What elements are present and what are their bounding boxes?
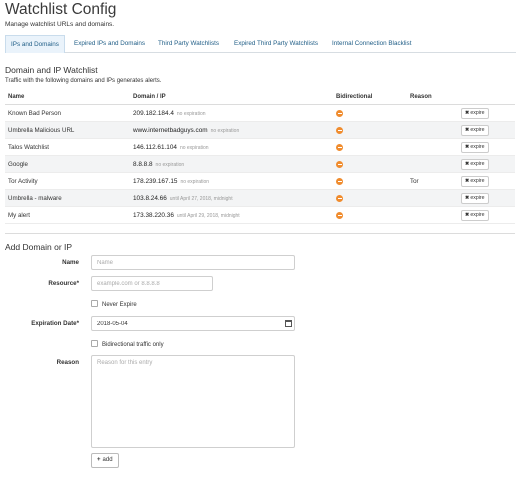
tab-third-party-watchlists[interactable]: Third Party Watchlists	[153, 35, 224, 53]
row-name: Google	[8, 161, 28, 168]
tab-expired-third-party-watchlists[interactable]: Expired Third Party Watchlists	[229, 35, 323, 53]
bidirectional-icon	[336, 127, 343, 134]
bidirectional-label: Bidirectional traffic only	[102, 342, 164, 348]
expire-button[interactable]: ✖expire	[461, 108, 489, 119]
close-icon: ✖	[465, 212, 470, 218]
table-row: My alert 173.38.220.36 until April 29, 20…	[5, 207, 515, 224]
expiration-date-input[interactable]	[91, 316, 295, 331]
table-row: Umbrella - malware 103.8.24.66 until Apri…	[5, 190, 515, 207]
watchlist-table: Name Domain / IP Bidirectional Reason Kn…	[5, 91, 515, 224]
row-name: My alert	[8, 212, 31, 219]
table-row: Google 8.8.8.8 no expiration ✖expire	[5, 156, 515, 173]
expire-button[interactable]: ✖expire	[461, 142, 489, 153]
never-expire-label: Never Expire	[102, 302, 137, 308]
bidirectional-icon	[336, 110, 343, 117]
tab-ips-and-domains[interactable]: IPs and Domains	[5, 35, 65, 53]
row-reason: Tor	[410, 178, 419, 185]
row-domain: 209.182.184.4 no expiration	[133, 110, 206, 117]
plus-icon: +	[97, 457, 101, 463]
table-row: Known Bad Person 209.182.184.4 no expirat…	[5, 105, 515, 122]
bidirectional-icon	[336, 178, 343, 185]
column-header-bidirectional: Bidirectional	[336, 94, 373, 100]
close-icon: ✖	[465, 110, 470, 116]
calendar-icon[interactable]	[285, 320, 292, 327]
bidirectional-checkbox[interactable]: Bidirectional traffic only	[91, 340, 164, 348]
tab-bar: IPs and Domains Expired IPs and Domains …	[5, 35, 516, 53]
reason-label: Reason	[56, 359, 79, 366]
resource-input[interactable]	[91, 276, 213, 291]
name-input[interactable]	[91, 255, 295, 270]
row-domain: 103.8.24.66 until April 27, 2018, midnigh…	[133, 195, 233, 202]
section-divider	[5, 233, 515, 234]
close-icon: ✖	[465, 178, 470, 184]
table-row: Umbrella Malicious URL www.internetbadgu…	[5, 122, 515, 139]
reason-textarea[interactable]	[91, 355, 295, 448]
bidirectional-icon	[336, 195, 343, 202]
add-label: add	[102, 457, 113, 463]
bidirectional-icon	[336, 144, 343, 151]
row-name: Talos Watchlist	[8, 144, 50, 151]
row-domain: 146.112.61.104 no expiration	[133, 144, 209, 151]
table-header: Name Domain / IP Bidirectional Reason	[5, 91, 515, 105]
row-domain: 173.38.220.36 until April 29, 2018, midni…	[133, 212, 240, 219]
add-button[interactable]: + add	[91, 453, 119, 468]
bidirectional-icon	[336, 212, 343, 219]
close-icon: ✖	[465, 161, 470, 167]
expire-button[interactable]: ✖expire	[461, 125, 489, 136]
row-name: Umbrella Malicious URL	[8, 127, 75, 134]
row-name: Known Bad Person	[8, 110, 61, 117]
bidirectional-icon	[336, 161, 343, 168]
name-label: Name	[62, 259, 79, 266]
column-header-domain: Domain / IP	[133, 94, 166, 100]
expire-button[interactable]: ✖expire	[461, 176, 489, 187]
page-title: Watchlist Config	[5, 1, 117, 18]
expire-button[interactable]: ✖expire	[461, 159, 489, 170]
checkbox-box[interactable]	[91, 340, 98, 347]
table-row: Talos Watchlist 146.112.61.104 no expirat…	[5, 139, 515, 156]
section-description: Traffic with the following domains and I…	[5, 78, 162, 84]
expire-button[interactable]: ✖expire	[461, 210, 489, 221]
never-expire-checkbox[interactable]: Never Expire	[91, 300, 137, 308]
tab-expired-ips-and-domains[interactable]: Expired IPs and Domains	[69, 35, 150, 53]
column-header-name: Name	[8, 94, 25, 100]
row-domain: 178.239.167.15 no expiration	[133, 178, 210, 185]
row-name: Tor Activity	[8, 178, 38, 185]
close-icon: ✖	[465, 144, 470, 150]
column-header-reason: Reason	[410, 94, 432, 100]
checkbox-box[interactable]	[91, 300, 98, 307]
tab-internal-connection-blacklist[interactable]: Internal Connection Blacklist	[327, 35, 416, 53]
expire-button[interactable]: ✖expire	[461, 193, 489, 204]
expiration-date-label: Expiration Date*	[31, 320, 79, 327]
row-domain: www.internetbadguys.com no expiration	[133, 127, 240, 134]
resource-label: Resource*	[48, 280, 79, 287]
close-icon: ✖	[465, 127, 470, 133]
row-domain: 8.8.8.8 no expiration	[133, 161, 185, 168]
table-row: Tor Activity 178.239.167.15 no expiration…	[5, 173, 515, 190]
form-title: Add Domain or IP	[5, 242, 73, 252]
section-title: Domain and IP Watchlist	[5, 65, 98, 75]
close-icon: ✖	[465, 195, 470, 201]
row-name: Umbrella - malware	[8, 195, 62, 202]
page-subtitle: Manage watchlist URLs and domains.	[5, 21, 115, 28]
